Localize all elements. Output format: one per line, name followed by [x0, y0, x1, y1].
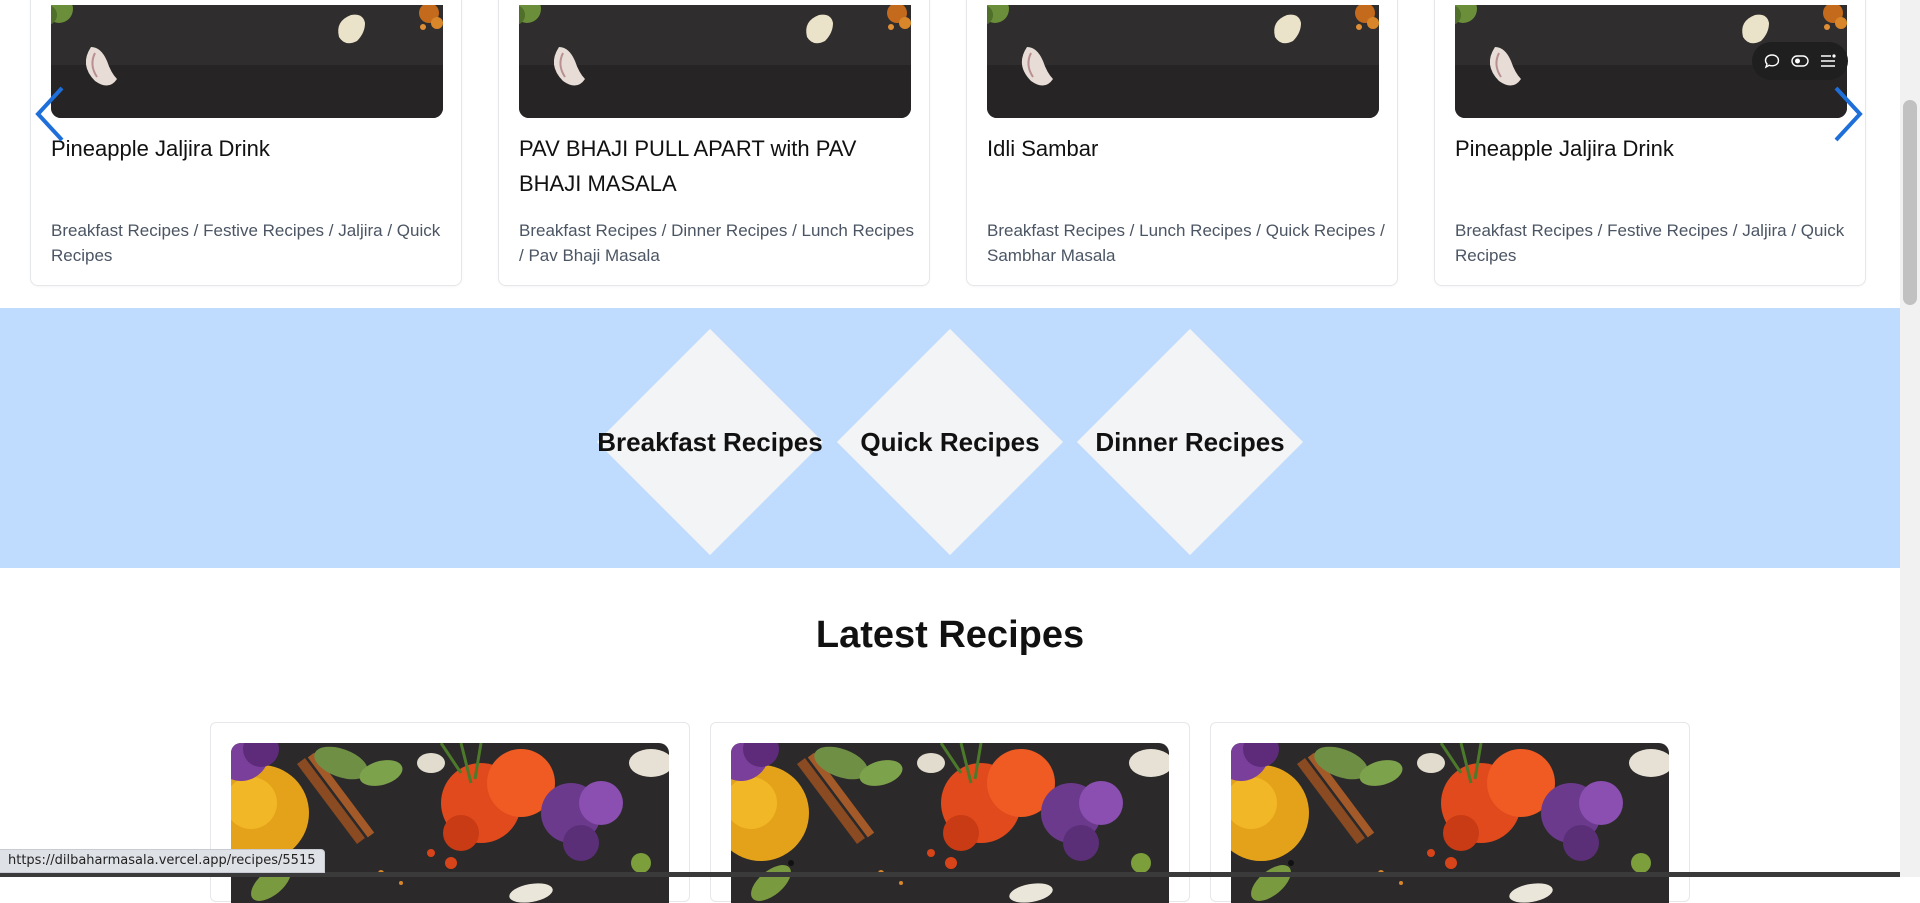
recipe-image[interactable]: [1231, 743, 1669, 903]
categories-band: Breakfast Recipes Quick Recipes Dinner R…: [0, 308, 1900, 568]
recipe-image[interactable]: [519, 5, 911, 118]
recipe-image[interactable]: [731, 743, 1169, 903]
recipe-carousel: Pineapple Jaljira Drink Breakfast Recipe…: [0, 0, 1900, 296]
recipe-categories: Breakfast Recipes / Lunch Recipes / Quic…: [987, 221, 1385, 265]
recipe-card[interactable]: PAV BHAJI PULL APART with PAV BHAJI MASA…: [498, 0, 930, 286]
chevron-right-icon: [1834, 86, 1863, 142]
recipe-image[interactable]: [231, 743, 669, 903]
floating-toolbar: [1752, 42, 1848, 80]
recipe-title[interactable]: Idli Sambar: [987, 131, 1387, 166]
recipe-categories: Breakfast Recipes / Festive Recipes / Ja…: [1455, 221, 1845, 265]
recipe-card[interactable]: Idli Sambar Breakfast Recipes / Lunch Re…: [966, 0, 1398, 286]
page-scrollbar[interactable]: [1900, 0, 1920, 877]
menu-button[interactable]: [1817, 50, 1839, 72]
chevron-left-icon: [35, 86, 64, 142]
chat-button[interactable]: [1761, 50, 1783, 72]
toggle-icon: [1791, 55, 1809, 67]
recipe-image[interactable]: [987, 5, 1379, 118]
latest-recipes-heading: Latest Recipes: [815, 614, 1085, 656]
recipe-title[interactable]: Pineapple Jaljira Drink: [51, 131, 451, 166]
recipe-image[interactable]: [51, 5, 443, 118]
recipe-categories: Breakfast Recipes / Festive Recipes / Ja…: [51, 221, 441, 265]
category-breakfast[interactable]: Breakfast Recipes: [596, 328, 824, 556]
category-label: Breakfast Recipes: [597, 426, 823, 457]
recipe-title[interactable]: Pineapple Jaljira Drink: [1455, 131, 1855, 166]
carousel-prev-button[interactable]: [30, 84, 70, 144]
toggle-button[interactable]: [1789, 50, 1811, 72]
recipe-title[interactable]: PAV BHAJI PULL APART with PAV BHAJI MASA…: [519, 131, 919, 201]
category-label: Dinner Recipes: [1095, 426, 1285, 457]
scrollbar-thumb[interactable]: [1903, 100, 1917, 305]
recipe-card[interactable]: Pineapple Jaljira Drink Breakfast Recipe…: [30, 0, 462, 286]
category-dinner[interactable]: Dinner Recipes: [1076, 328, 1304, 556]
chat-bubble-icon: [1764, 54, 1780, 69]
recipe-categories: Breakfast Recipes / Dinner Recipes / Lun…: [519, 221, 914, 265]
category-label: Quick Recipes: [860, 426, 1040, 457]
category-quick[interactable]: Quick Recipes: [836, 328, 1064, 556]
menu-list-icon: [1821, 54, 1836, 67]
carousel-next-button[interactable]: [1828, 84, 1868, 144]
status-url: https://dilbaharmasala.vercel.app/recipe…: [0, 849, 325, 873]
